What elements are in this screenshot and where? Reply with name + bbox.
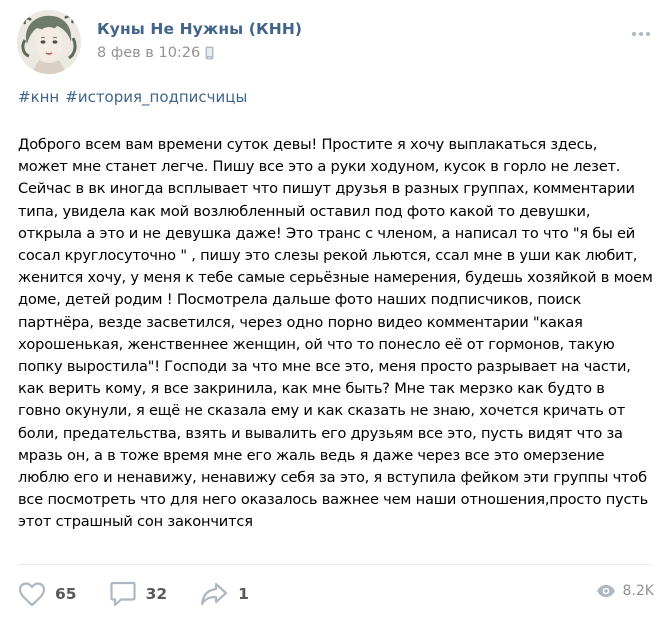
heart-outline-icon [18,582,46,607]
avatar-illustration [17,10,81,74]
eye-icon [596,585,615,597]
avatar[interactable] [17,10,81,74]
post-text-line: женится хочу, у меня к тебе самые серьёз… [18,269,653,287]
more-options-button[interactable] [632,30,654,38]
ellipsis-icon [646,32,650,36]
comment-button[interactable]: 32 [109,580,168,608]
hashtag-link[interactable]: #история_подписчицы [65,88,247,106]
post-text-line: как верить кому, я все закринила, как мн… [18,380,605,398]
ellipsis-icon [632,32,636,36]
post-text: Доброго всем вам времени суток девы! Про… [18,134,658,534]
post-text-line: говно окунули, я ещё не сказала ему и ка… [18,402,626,420]
post-text-line: Сейчас в вк иногда всплывает что пишут д… [18,180,635,198]
post-date[interactable]: 8 фев в 10:26 [97,45,214,61]
ellipsis-icon [639,32,643,36]
post-text-line: боли, предательства, взять и вывалить ег… [18,424,623,442]
like-count: 65 [55,585,77,603]
hashtags: #кнн #история_подписчицы [18,88,247,106]
divider [18,564,652,565]
post-text-line: сосал круглосуточно " , пишу это слезы р… [18,247,638,265]
post-text-line: этот страшный сон закончится [18,513,253,531]
post-text-line: может мне станет легче. Пишу все это а р… [18,158,621,176]
share-button[interactable]: 1 [199,581,249,607]
mobile-phone-icon [205,46,214,60]
post-text-line: хорошенькая, женственнее женщин, ой что … [18,335,615,353]
post-text-line: типа, увидела как мой возлюбленный остав… [18,202,591,220]
post-text-line: доме, детей родим ! Посмотрела дальше фо… [18,291,582,309]
share-count: 1 [238,585,249,603]
post-text-line: все посмотреть что для него оказалось ва… [18,491,648,509]
view-counter: 8.2K [596,583,654,599]
post-text-line: открыла а это и не девушка даже! Это тра… [18,224,636,242]
post-actions: 65 32 1 [18,580,281,608]
speech-bubble-icon [109,581,136,607]
like-button[interactable]: 65 [18,581,77,607]
post-text-line: попку выростила"! Господи за что мне все… [18,358,631,376]
view-count: 8.2K [622,583,654,599]
hashtag-link[interactable]: #кнн [18,88,59,106]
post-date-text: 8 фев в 10:26 [97,45,201,61]
share-arrow-icon [201,582,228,606]
author-name[interactable]: Куны Не Нужны (КНН) [97,20,302,38]
comment-count: 32 [145,585,168,603]
post-text-line: партнёра, везде засветился, через одно п… [18,313,583,331]
post-text-line: мразь он, а в тоже время мне его жаль ве… [18,446,605,464]
post-card: Куны Не Нужны (КНН) 8 фев в 10:26 #кнн #… [0,0,670,624]
post-text-line: люблю его и ненавижу, ненавижу себя за э… [18,469,647,487]
post-text-line: Доброго всем вам времени суток девы! Про… [18,136,598,153]
